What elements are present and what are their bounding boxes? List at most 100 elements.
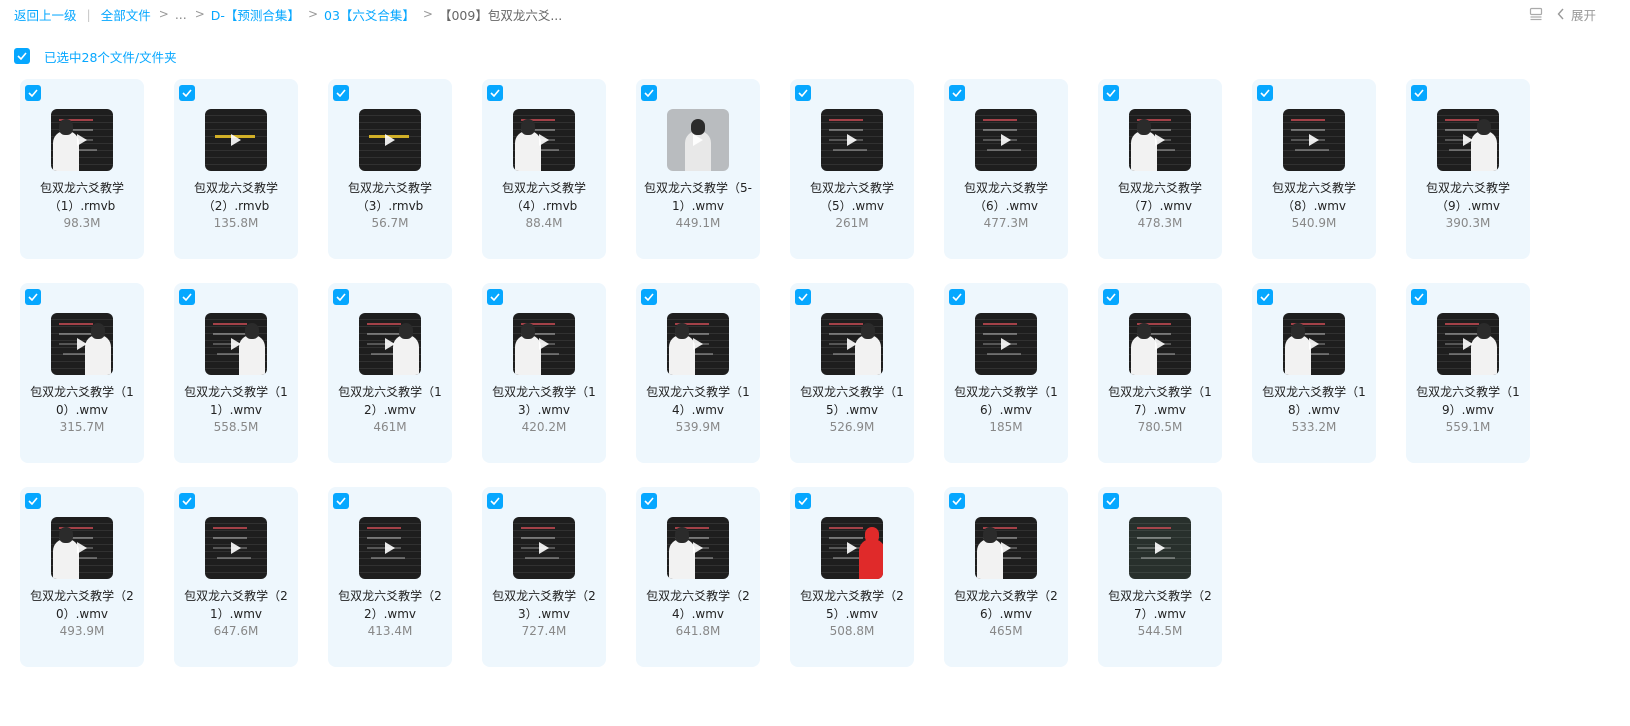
video-thumbnail[interactable] xyxy=(1283,109,1345,171)
file-checkbox[interactable] xyxy=(25,289,41,305)
file-name: 包双龙六爻教学（19）.wmv xyxy=(1416,385,1520,417)
video-thumbnail[interactable] xyxy=(51,313,113,375)
breadcrumb-divider: | xyxy=(86,6,91,22)
video-thumbnail[interactable] xyxy=(975,313,1037,375)
breadcrumb-level1[interactable]: D-【预测合集】 xyxy=(211,5,300,24)
video-thumbnail[interactable] xyxy=(975,517,1037,579)
video-thumbnail[interactable] xyxy=(513,517,575,579)
breadcrumb-level2[interactable]: 03【六爻合集】 xyxy=(324,5,415,24)
file-card[interactable]: 包双龙六爻教学（12）.wmv 461M xyxy=(328,283,452,463)
video-thumbnail[interactable] xyxy=(821,313,883,375)
file-card[interactable]: 包双龙六爻教学（27）.wmv 544.5M xyxy=(1098,487,1222,667)
file-checkbox[interactable] xyxy=(1257,85,1273,101)
file-checkbox[interactable] xyxy=(641,493,657,509)
breadcrumb-ellipsis[interactable]: ... xyxy=(175,7,187,22)
file-checkbox[interactable] xyxy=(179,85,195,101)
file-checkbox[interactable] xyxy=(179,289,195,305)
video-thumbnail[interactable] xyxy=(667,517,729,579)
file-size: 390.3M xyxy=(1445,216,1491,230)
video-thumbnail[interactable] xyxy=(821,109,883,171)
file-checkbox[interactable] xyxy=(949,493,965,509)
video-thumbnail[interactable] xyxy=(359,313,421,375)
video-thumbnail[interactable] xyxy=(975,109,1037,171)
file-checkbox[interactable] xyxy=(487,493,503,509)
file-card[interactable]: 包双龙六爻教学（21）.wmv 647.6M xyxy=(174,487,298,667)
video-thumbnail[interactable] xyxy=(359,109,421,171)
file-card[interactable]: 包双龙六爻教学（19）.wmv 559.1M xyxy=(1406,283,1530,463)
back-link[interactable]: 返回上一级 xyxy=(14,5,77,24)
file-name: 包双龙六爻教学（5-1）.wmv xyxy=(644,181,752,213)
file-card[interactable]: 包双龙六爻教学（3）.rmvb 56.7M xyxy=(328,79,452,259)
file-card[interactable]: 包双龙六爻教学（18）.wmv 533.2M xyxy=(1252,283,1376,463)
video-thumbnail[interactable] xyxy=(51,109,113,171)
file-card[interactable]: 包双龙六爻教学（15）.wmv 526.9M xyxy=(790,283,914,463)
file-checkbox[interactable] xyxy=(949,289,965,305)
file-card[interactable]: 包双龙六爻教学（22）.wmv 413.4M xyxy=(328,487,452,667)
file-checkbox[interactable] xyxy=(333,85,349,101)
video-thumbnail[interactable] xyxy=(51,517,113,579)
file-checkbox[interactable] xyxy=(949,85,965,101)
file-card[interactable]: 包双龙六爻教学（1）.rmvb 98.3M xyxy=(20,79,144,259)
file-card[interactable]: 包双龙六爻教学（26）.wmv 465M xyxy=(944,487,1068,667)
file-checkbox[interactable] xyxy=(1103,493,1119,509)
file-checkbox[interactable] xyxy=(1257,289,1273,305)
file-checkbox[interactable] xyxy=(333,289,349,305)
file-checkbox[interactable] xyxy=(487,85,503,101)
file-card[interactable]: 包双龙六爻教学（25）.wmv 508.8M xyxy=(790,487,914,667)
file-card[interactable]: 包双龙六爻教学（13）.wmv 420.2M xyxy=(482,283,606,463)
file-size: 533.2M xyxy=(1291,420,1337,434)
file-card[interactable]: 包双龙六爻教学（6）.wmv 477.3M xyxy=(944,79,1068,259)
file-checkbox[interactable] xyxy=(333,493,349,509)
file-card[interactable]: 包双龙六爻教学（23）.wmv 727.4M xyxy=(482,487,606,667)
file-checkbox[interactable] xyxy=(487,289,503,305)
file-card[interactable]: 包双龙六爻教学（8）.wmv 540.9M xyxy=(1252,79,1376,259)
file-card[interactable]: 包双龙六爻教学（5）.wmv 261M xyxy=(790,79,914,259)
file-checkbox[interactable] xyxy=(1411,85,1427,101)
video-thumbnail[interactable] xyxy=(205,109,267,171)
video-thumbnail[interactable] xyxy=(359,517,421,579)
list-view-icon[interactable] xyxy=(1529,7,1543,21)
file-checkbox[interactable] xyxy=(641,289,657,305)
file-checkbox[interactable] xyxy=(25,85,41,101)
video-thumbnail[interactable] xyxy=(1129,313,1191,375)
video-thumbnail[interactable] xyxy=(513,313,575,375)
file-card[interactable]: 包双龙六爻教学（17）.wmv 780.5M xyxy=(1098,283,1222,463)
file-card[interactable]: 包双龙六爻教学（24）.wmv 641.8M xyxy=(636,487,760,667)
file-card[interactable]: 包双龙六爻教学（9）.wmv 390.3M xyxy=(1406,79,1530,259)
expand-button[interactable]: 展开 xyxy=(1557,5,1596,24)
video-thumbnail[interactable] xyxy=(1283,313,1345,375)
file-card[interactable]: 包双龙六爻教学（5-1）.wmv 449.1M xyxy=(636,79,760,259)
video-thumbnail[interactable] xyxy=(1129,517,1191,579)
file-card[interactable]: 包双龙六爻教学（2）.rmvb 135.8M xyxy=(174,79,298,259)
video-thumbnail[interactable] xyxy=(667,109,729,171)
file-checkbox[interactable] xyxy=(795,493,811,509)
file-checkbox[interactable] xyxy=(1411,289,1427,305)
video-thumbnail[interactable] xyxy=(205,313,267,375)
video-thumbnail[interactable] xyxy=(1437,313,1499,375)
file-card[interactable]: 包双龙六爻教学（4）.rmvb 88.4M xyxy=(482,79,606,259)
video-thumbnail[interactable] xyxy=(667,313,729,375)
file-checkbox[interactable] xyxy=(641,85,657,101)
file-card[interactable]: 包双龙六爻教学（14）.wmv 539.9M xyxy=(636,283,760,463)
video-thumbnail[interactable] xyxy=(821,517,883,579)
file-card[interactable]: 包双龙六爻教学（7）.wmv 478.3M xyxy=(1098,79,1222,259)
file-checkbox[interactable] xyxy=(1103,85,1119,101)
play-icon xyxy=(539,134,549,146)
breadcrumb-root[interactable]: 全部文件 xyxy=(101,5,151,24)
file-checkbox[interactable] xyxy=(795,289,811,305)
file-checkbox[interactable] xyxy=(179,493,195,509)
file-checkbox[interactable] xyxy=(25,493,41,509)
file-checkbox[interactable] xyxy=(795,85,811,101)
select-all-checkbox[interactable] xyxy=(14,48,30,64)
video-thumbnail[interactable] xyxy=(205,517,267,579)
file-checkbox[interactable] xyxy=(1103,289,1119,305)
file-card[interactable]: 包双龙六爻教学（16）.wmv 185M xyxy=(944,283,1068,463)
video-thumbnail[interactable] xyxy=(1437,109,1499,171)
file-card[interactable]: 包双龙六爻教学（11）.wmv 558.5M xyxy=(174,283,298,463)
video-thumbnail[interactable] xyxy=(513,109,575,171)
file-card[interactable]: 包双龙六爻教学（20）.wmv 493.9M xyxy=(20,487,144,667)
file-name: 包双龙六爻教学（25）.wmv xyxy=(800,589,904,621)
file-card[interactable]: 包双龙六爻教学（10）.wmv 315.7M xyxy=(20,283,144,463)
file-size: 465M xyxy=(989,624,1023,638)
video-thumbnail[interactable] xyxy=(1129,109,1191,171)
